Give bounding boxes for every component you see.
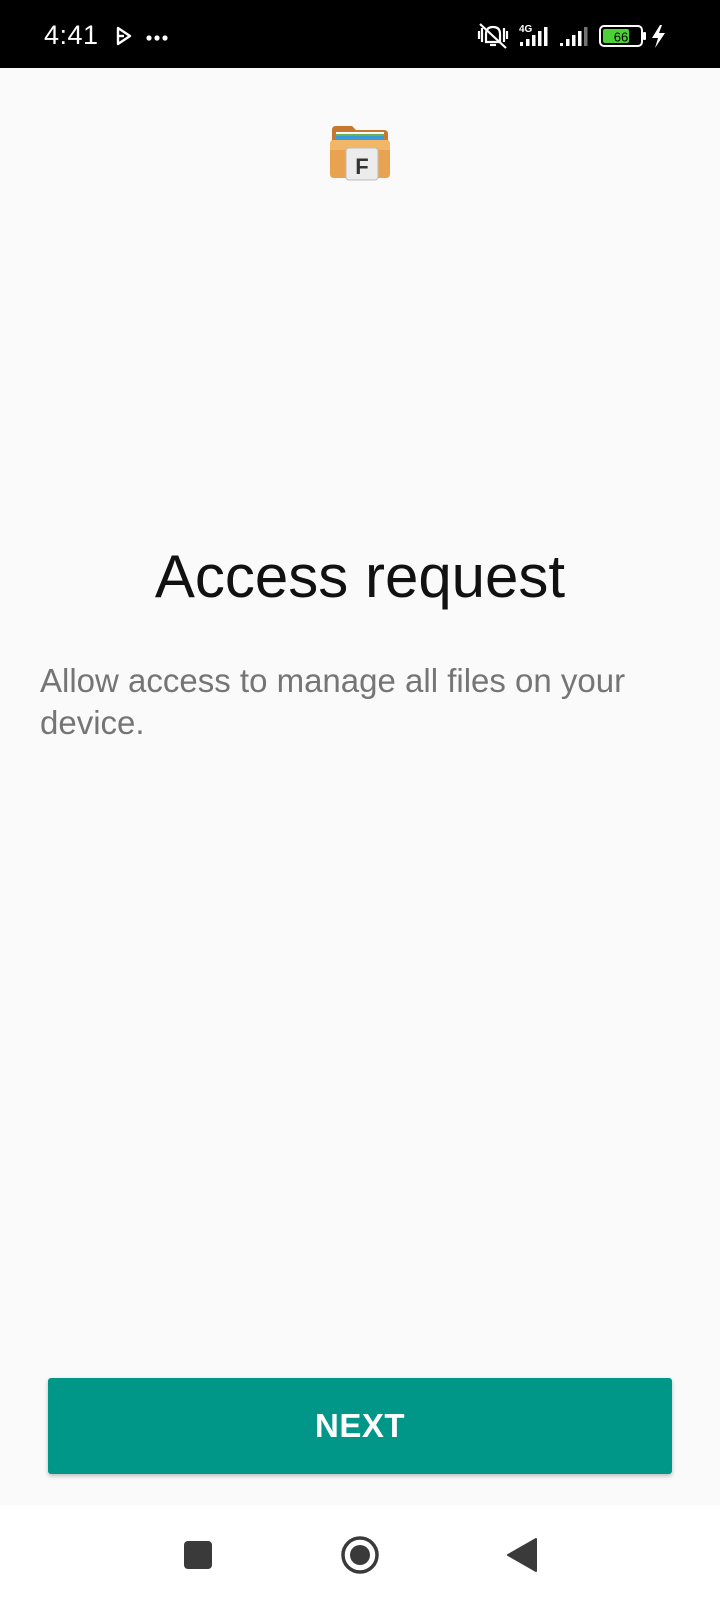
battery-level: 66: [614, 30, 628, 45]
vibrate-off-icon: [477, 23, 509, 49]
home-circle-icon[interactable]: [338, 1533, 382, 1577]
next-button[interactable]: NEXT: [48, 1378, 672, 1474]
more-dots-icon: [146, 35, 168, 41]
status-bar: 4:41 4G 66: [0, 0, 720, 68]
app-icon-letter: F: [355, 154, 368, 179]
status-time: 4:41: [44, 20, 99, 50]
status-left-icons: [116, 26, 168, 46]
battery-icon: 66: [599, 25, 646, 47]
signal-4g-icon: 4G: [519, 24, 548, 46]
play-icon: [116, 26, 132, 46]
status-right-icons: 4G 66: [477, 23, 665, 49]
network-type-label: 4G: [519, 24, 533, 35]
page-title: Access request: [154, 543, 566, 610]
permission-description: Allow access to manage all files on your…: [40, 662, 626, 741]
navigation-bar: [0, 1505, 720, 1600]
file-manager-folder-icon: F: [330, 126, 390, 181]
signal-icon: [560, 27, 588, 46]
charging-icon: [652, 25, 665, 48]
back-triangle-icon[interactable]: [500, 1533, 544, 1577]
recents-square-icon[interactable]: [176, 1533, 220, 1577]
